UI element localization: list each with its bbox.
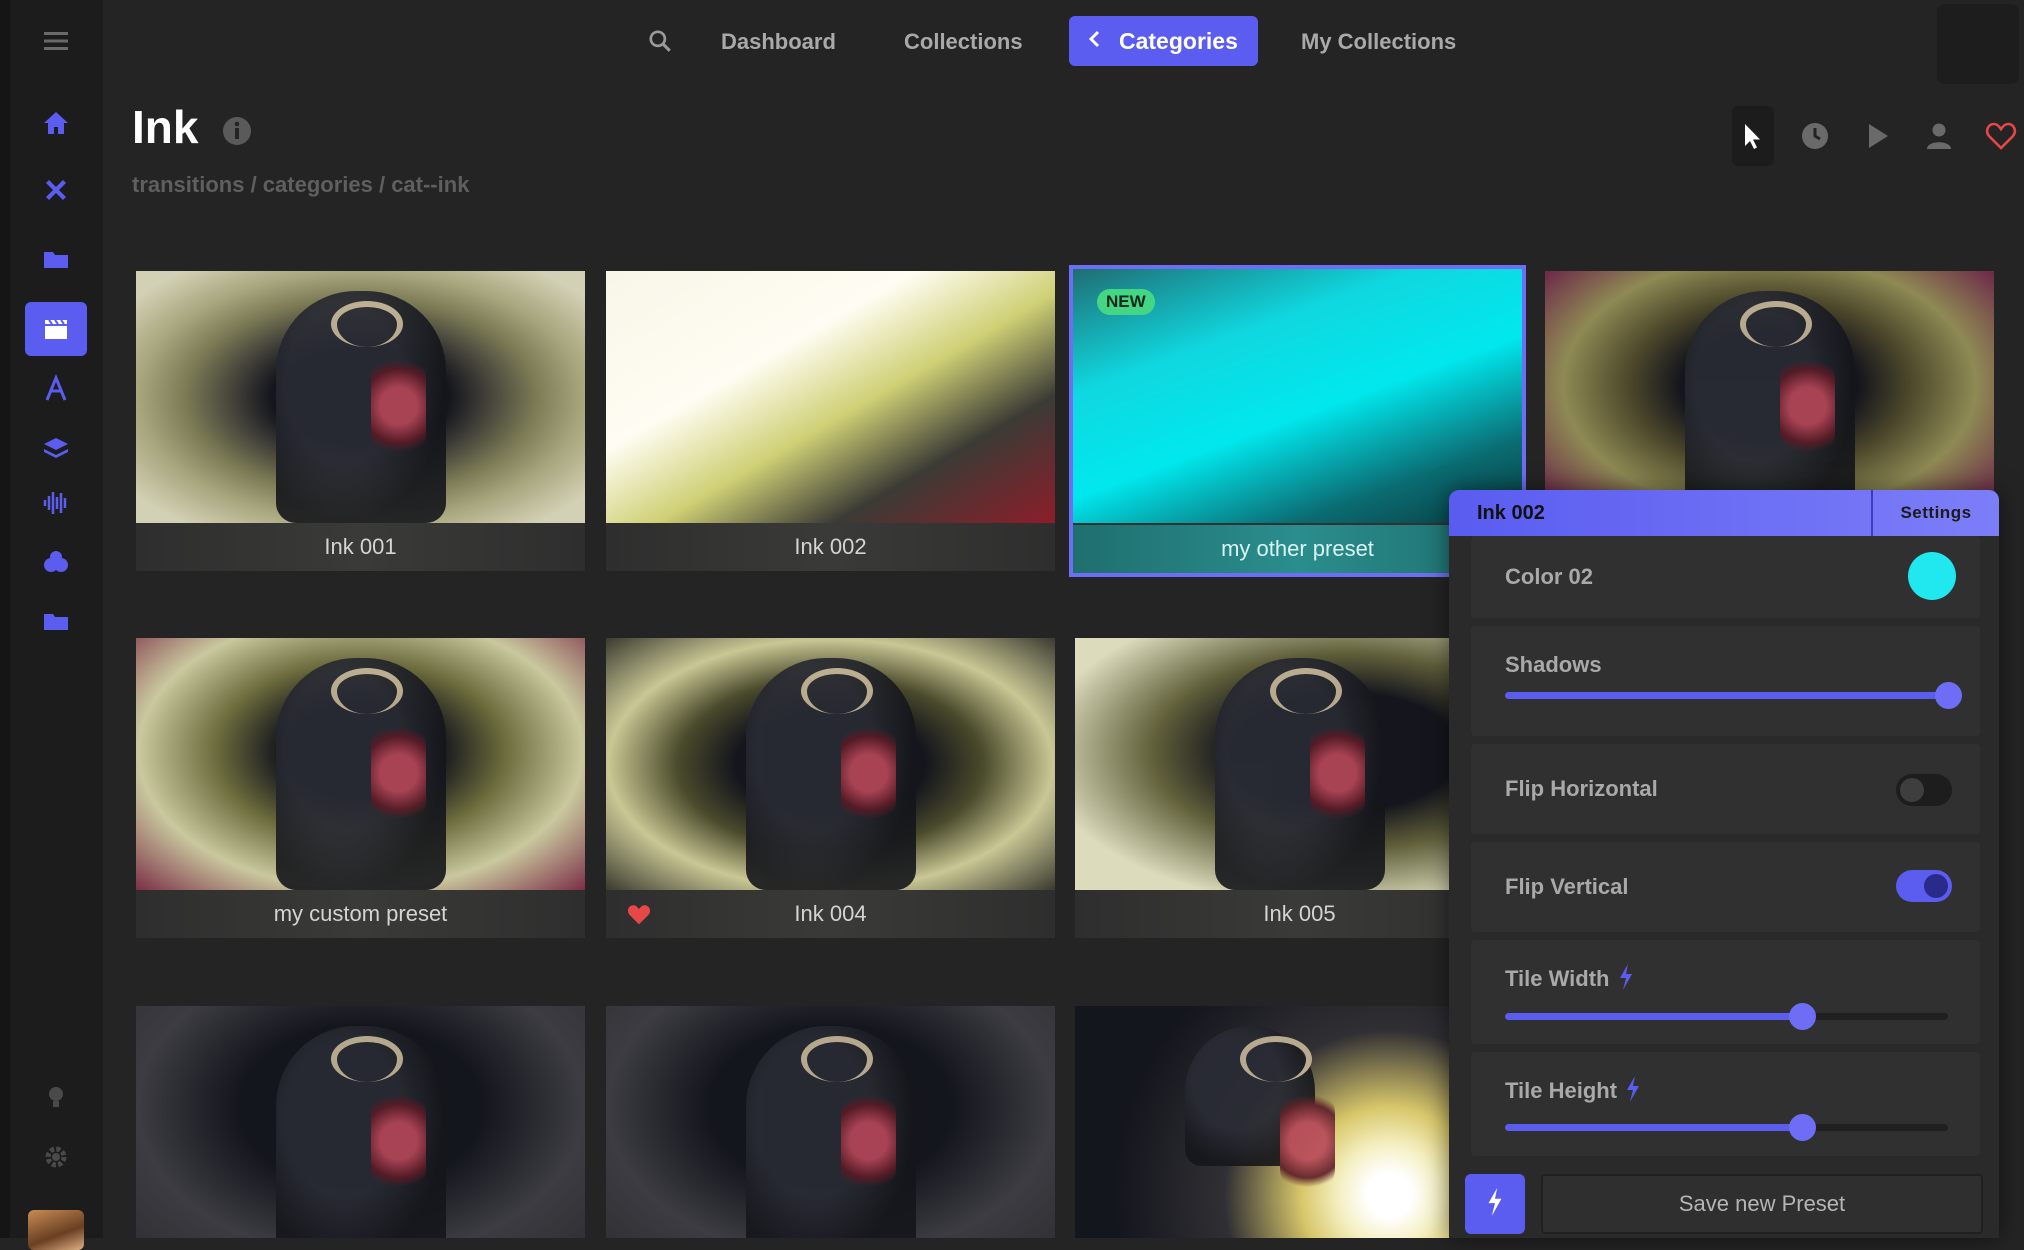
nav-categories-label: Categories: [1119, 27, 1238, 54]
tile-width-label-group: Tile Width: [1505, 964, 1634, 996]
blob-icon[interactable]: [25, 535, 87, 589]
preset-card[interactable]: my custom preset: [136, 638, 585, 938]
preset-label: Ink 002: [606, 523, 1055, 571]
new-badge: NEW: [1097, 289, 1155, 315]
breadcrumb[interactable]: transitions / categories / cat--ink: [132, 172, 469, 198]
flip-horizontal-toggle[interactable]: [1896, 774, 1952, 806]
folder-icon[interactable]: [25, 594, 87, 648]
preset-card[interactable]: [606, 1006, 1055, 1238]
play-icon[interactable]: [1856, 106, 1898, 166]
nav-dashboard[interactable]: Dashboard: [721, 18, 836, 66]
tile-height-slider-knob[interactable]: [1788, 1114, 1816, 1141]
preset-card[interactable]: [136, 1006, 585, 1238]
nav-my-collections[interactable]: My Collections: [1301, 18, 1456, 66]
preset-thumbnail: [1075, 638, 1449, 890]
preset-card[interactable]: Ink 004: [606, 638, 1055, 938]
tile-width-slider[interactable]: [1505, 1003, 1948, 1030]
top-right-panel[interactable]: [1937, 4, 2019, 84]
clapperboard-icon[interactable]: [25, 302, 87, 356]
preset-settings-panel: Ink 002 Settings Color 02 Shadows Flip H…: [1449, 490, 1999, 1238]
bolt-icon: [1625, 1076, 1641, 1108]
sidebar: [0, 0, 103, 1250]
preset-card[interactable]: Ink 001: [136, 271, 585, 571]
tile-width-row: Tile Width: [1471, 940, 1980, 1044]
preset-thumbnail: [606, 638, 1055, 890]
flip-horizontal-row: Flip Horizontal: [1471, 744, 1980, 834]
color-swatch[interactable]: [1908, 552, 1956, 600]
preset-thumbnail: [136, 271, 585, 523]
color-label: Color 02: [1505, 564, 1594, 589]
flip-vertical-row: Flip Vertical: [1471, 842, 1980, 932]
layers-icon[interactable]: [25, 420, 87, 474]
preset-label: Ink 004: [606, 890, 1055, 938]
tile-height-row: Tile Height: [1471, 1052, 1980, 1156]
preset-label: Ink 001: [136, 523, 585, 571]
panel-header: Ink 002 Settings: [1449, 490, 1999, 536]
cursor-icon[interactable]: [1732, 106, 1774, 166]
tile-height-slider-fill: [1505, 1124, 1802, 1131]
lightbulb-icon[interactable]: [25, 1070, 87, 1124]
preset-card[interactable]: [1075, 1006, 1449, 1238]
flip-vertical-label: Flip Vertical: [1505, 874, 1629, 899]
preset-card[interactable]: Ink 005: [1075, 638, 1449, 938]
color-row: Color 02: [1471, 536, 1980, 618]
shadows-slider-fill: [1505, 692, 1948, 699]
tile-height-slider[interactable]: [1505, 1114, 1948, 1141]
view-toolbar: [1732, 106, 2022, 166]
bolt-icon: [1618, 964, 1634, 996]
panel-title: Ink 002: [1477, 502, 1545, 524]
tile-height-label: Tile Height: [1505, 1077, 1618, 1103]
menu-icon[interactable]: [25, 14, 87, 68]
preset-label: my custom preset: [136, 890, 585, 938]
folder-icon[interactable]: [25, 232, 87, 286]
preset-thumbnail: [136, 638, 585, 890]
preset-thumbnail: [606, 1006, 1055, 1238]
flip-horizontal-label: Flip Horizontal: [1505, 776, 1658, 801]
heart-icon[interactable]: [1980, 106, 2022, 166]
waveform-icon[interactable]: [25, 476, 87, 530]
sidebar-edge: [0, 0, 10, 1238]
text-icon[interactable]: [25, 362, 87, 416]
settings-tab[interactable]: Settings: [1871, 490, 1999, 536]
shadows-slider-knob[interactable]: [1935, 682, 1962, 709]
shadows-label: Shadows: [1505, 652, 1602, 677]
favorite-heart-icon[interactable]: [626, 902, 652, 926]
save-preset-button[interactable]: Save new Preset: [1541, 1174, 1983, 1234]
page-title: Ink: [132, 101, 199, 153]
preset-thumbnail: [1075, 1006, 1449, 1238]
preset-thumbnail: [136, 1006, 585, 1238]
preset-label: Ink 005: [1075, 890, 1449, 938]
tile-height-label-group: Tile Height: [1505, 1076, 1641, 1108]
preset-thumbnail: [606, 271, 1055, 523]
user-icon[interactable]: [1918, 106, 1960, 166]
nav-collections[interactable]: Collections: [904, 18, 1023, 66]
tools-icon[interactable]: [25, 163, 87, 217]
gear-icon[interactable]: [25, 1130, 87, 1184]
search-icon[interactable]: [643, 24, 677, 58]
quick-apply-button[interactable]: [1465, 1174, 1525, 1234]
home-icon[interactable]: [25, 96, 87, 150]
chevron-left-icon: [1085, 28, 1105, 55]
nav-categories[interactable]: Categories: [1069, 16, 1258, 66]
tile-width-slider-knob[interactable]: [1788, 1003, 1816, 1030]
tile-width-slider-fill: [1505, 1013, 1802, 1020]
bolt-icon: [1486, 1187, 1504, 1221]
avatar[interactable]: [28, 1210, 84, 1250]
tile-width-label: Tile Width: [1505, 965, 1610, 991]
shadows-slider[interactable]: [1505, 682, 1962, 709]
info-icon[interactable]: [222, 116, 252, 146]
shadows-row: Shadows: [1471, 626, 1980, 736]
clock-icon[interactable]: [1794, 106, 1836, 166]
preset-card[interactable]: Ink 002: [606, 271, 1055, 571]
preset-thumbnail: [1545, 271, 1994, 523]
flip-vertical-toggle[interactable]: [1896, 870, 1952, 902]
